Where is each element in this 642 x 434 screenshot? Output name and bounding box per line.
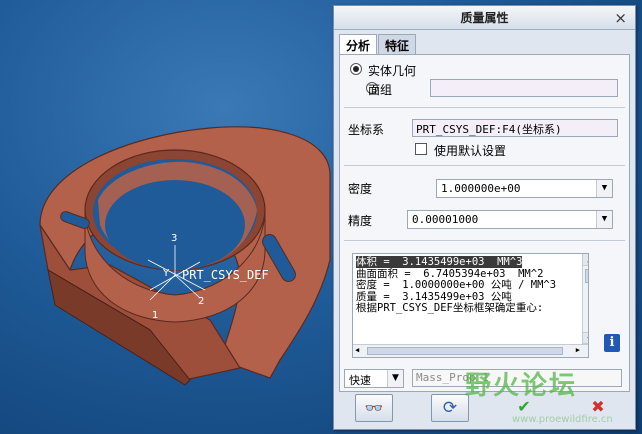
mode-combo[interactable]: 快速 ▼ bbox=[344, 369, 404, 388]
tab-analysis[interactable]: 分析 bbox=[339, 34, 378, 55]
close-icon[interactable]: × bbox=[614, 9, 627, 27]
scroll-up-icon[interactable]: ▲ bbox=[583, 254, 588, 266]
dialog-titlebar[interactable]: 质量属性 × bbox=[334, 6, 635, 30]
result-line-volume: 体积 = 3.1435499e+03 MM^3 bbox=[356, 256, 523, 268]
axis-label-1: 1 bbox=[152, 310, 159, 321]
repeat-button[interactable]: ⟳ bbox=[431, 394, 469, 422]
tab-feature[interactable]: 特征 bbox=[378, 34, 417, 54]
accuracy-label: 精度 bbox=[348, 214, 373, 228]
results-textbox[interactable]: 体积 = 3.1435499e+03 MM^3 曲面面积 = 6.7405394… bbox=[352, 253, 589, 358]
scroll-down-icon[interactable]: ▼ bbox=[583, 332, 588, 344]
use-default-label: 使用默认设置 bbox=[434, 144, 507, 158]
axis-label-y: Y bbox=[163, 268, 170, 279]
csys-field[interactable]: PRT_CSYS_DEF:F4(坐标系) bbox=[412, 119, 618, 137]
surface-label: 面组 bbox=[368, 83, 393, 97]
results-vertical-scrollbar[interactable]: ▲ ▼ bbox=[582, 254, 588, 344]
dialog-title: 质量属性 bbox=[460, 11, 509, 25]
tab-bar: 分析 特征 bbox=[339, 34, 417, 55]
chevron-down-icon[interactable]: ▼ bbox=[596, 211, 612, 228]
mode-value: 快速 bbox=[349, 374, 371, 387]
solid-label: 实体几何 bbox=[368, 64, 417, 78]
use-default-checkbox[interactable] bbox=[415, 143, 427, 155]
results-horizontal-scrollbar[interactable]: ◀ ▶ bbox=[353, 344, 588, 357]
axis-label-2: 2 bbox=[198, 296, 205, 307]
csys-label: PRT_CSYS_DEF bbox=[182, 268, 269, 282]
solid-radio[interactable] bbox=[350, 63, 362, 75]
chevron-down-icon[interactable]: ▼ bbox=[387, 370, 403, 387]
glasses-icon: 👓 bbox=[364, 399, 384, 417]
info-icon[interactable]: i bbox=[604, 334, 620, 352]
chevron-down-icon[interactable]: ▼ bbox=[596, 180, 612, 197]
csys-label-text: 坐标系 bbox=[348, 123, 385, 137]
analysis-panel: 实体几何 面组 坐标系 PRT_CSYS_DEF:F4(坐标系) 使用默认设置 … bbox=[339, 54, 630, 392]
preview-button[interactable]: 👓 bbox=[355, 394, 393, 422]
result-line-density: 密度 = 1.0000000e+00 公吨 / MM^3 bbox=[356, 279, 557, 291]
axis-label-3: 3 bbox=[171, 233, 178, 244]
accuracy-combo[interactable]: 0.00001000 ▼ bbox=[407, 210, 613, 229]
refresh-icon: ⟳ bbox=[442, 398, 458, 418]
watermark-url: www.proewildfire.cn bbox=[512, 414, 613, 425]
density-combo[interactable]: 1.000000e+00 ▼ bbox=[436, 179, 613, 198]
scroll-right-icon[interactable]: ▶ bbox=[576, 345, 580, 357]
scroll-left-icon[interactable]: ◀ bbox=[355, 345, 359, 357]
density-value: 1.000000e+00 bbox=[441, 182, 521, 195]
accuracy-value: 0.00001000 bbox=[412, 213, 479, 226]
scroll-thumb[interactable] bbox=[585, 269, 588, 283]
watermark-logo: 野火论坛 bbox=[465, 371, 578, 401]
surface-field[interactable] bbox=[430, 79, 618, 97]
hscroll-thumb[interactable] bbox=[367, 347, 563, 355]
density-label: 密度 bbox=[348, 182, 373, 196]
result-line-cog: 根据PRT_CSYS_DEF坐标框架确定重心: bbox=[356, 302, 544, 314]
